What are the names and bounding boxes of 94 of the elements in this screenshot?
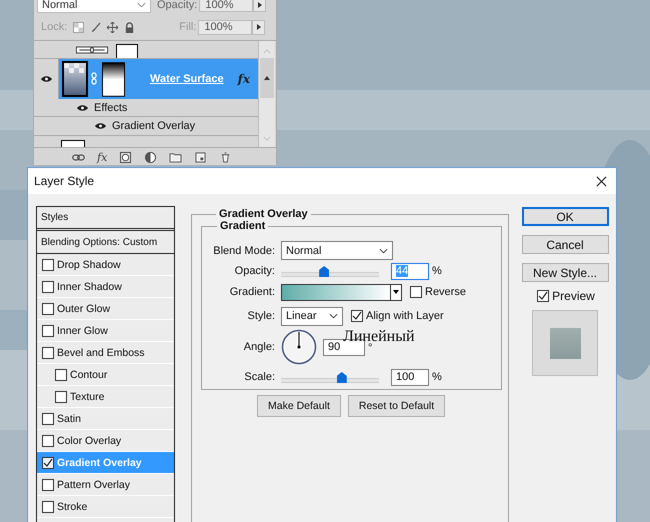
scale-label: Scale:: [243, 371, 275, 383]
checkbox[interactable]: [55, 390, 67, 402]
triangle-right-icon: [256, 24, 261, 30]
reverse-checkbox[interactable]: Reverse: [410, 286, 466, 298]
lock-transparency-icon[interactable]: [73, 22, 84, 32]
fx-label: fx: [238, 72, 250, 86]
group-title: Gradient: [219, 220, 266, 232]
dialog-button[interactable]: Make Default: [257, 395, 341, 417]
chain-link-icon: [91, 72, 97, 86]
brush-icon[interactable]: [90, 22, 102, 32]
chevron-down-icon: [137, 2, 146, 8]
adjustment-icon[interactable]: [144, 152, 158, 163]
checkbox[interactable]: [42, 258, 54, 270]
scrollbar[interactable]: [258, 41, 275, 147]
gradient-picker[interactable]: [281, 284, 402, 300]
section-title: Gradient Overlay: [218, 208, 309, 220]
style-item[interactable]: Bevel and Emboss: [37, 342, 174, 364]
blend-mode-label: Blend Mode:: [212, 244, 275, 256]
scale-field[interactable]: 100: [391, 368, 429, 386]
fx-button[interactable]: fx: [97, 151, 108, 164]
visibility-toggle[interactable]: [94, 122, 107, 130]
style-item[interactable]: Satin: [37, 408, 174, 430]
checkbox[interactable]: [42, 324, 54, 336]
checkmark-icon: [538, 291, 548, 301]
layer-thumbnail: [62, 61, 88, 97]
scroll-thumb[interactable]: [260, 58, 274, 98]
move-icon[interactable]: [107, 22, 118, 32]
style-item[interactable]: Stroke: [37, 496, 174, 518]
slider-thumb[interactable]: [336, 372, 347, 383]
align-checkbox[interactable]: Align with Layer: [351, 310, 444, 322]
preview-swatch: [532, 310, 598, 376]
checkbox[interactable]: [42, 434, 54, 446]
styles-header[interactable]: Styles: [37, 207, 174, 231]
dialog-button[interactable]: Cancel: [522, 235, 608, 254]
checkbox[interactable]: [55, 368, 67, 380]
dialog-button[interactable]: New Style...: [522, 263, 608, 282]
new-layer-icon[interactable]: [194, 152, 208, 163]
style-item[interactable]: Texture: [37, 386, 174, 408]
effect-name[interactable]: Gradient Overlay: [112, 120, 196, 132]
style-item[interactable]: Drop Shadow: [37, 254, 174, 276]
checkbox[interactable]: [42, 500, 54, 512]
dialog-button[interactable]: Reset to Default: [348, 395, 446, 417]
link-icon[interactable]: [72, 152, 85, 163]
angle-label: Angle:: [242, 341, 275, 353]
eye-icon: [94, 122, 107, 130]
eye-icon[interactable]: [76, 104, 89, 112]
chevron-down-icon: [379, 248, 388, 254]
folder-icon[interactable]: [169, 152, 182, 163]
fill-label: Fill:: [179, 21, 196, 33]
dialog-button[interactable]: OK: [522, 207, 608, 226]
style-item[interactable]: Contour: [37, 364, 174, 386]
style-dropdown[interactable]: Linear: [281, 306, 343, 326]
lock-icon[interactable]: [124, 22, 136, 32]
mask-icon[interactable]: [119, 152, 132, 163]
checkmark-icon: [43, 458, 53, 468]
style-item[interactable]: Inner Glow: [37, 320, 174, 342]
blending-options-item[interactable]: Blending Options: Custom: [37, 231, 174, 254]
opacity-arrow-button[interactable]: [253, 0, 266, 12]
effects-label: Effects: [94, 102, 128, 114]
fill-arrow-button[interactable]: [252, 20, 266, 34]
checkbox[interactable]: [42, 478, 54, 490]
opacity-field[interactable]: 100%: [199, 0, 254, 12]
preview-checkbox[interactable]: Preview: [537, 289, 595, 303]
checkmark-icon: [352, 311, 362, 321]
slider-thumb[interactable]: [319, 266, 330, 277]
blend-mode-dropdown[interactable]: Normal: [281, 241, 393, 260]
chevron-down-icon: [329, 313, 338, 319]
layer-mask-thumbnail: [102, 62, 125, 96]
eye-icon: [40, 75, 52, 83]
style-item[interactable]: Pattern Overlay: [37, 474, 174, 496]
style-label: Style:: [246, 310, 275, 322]
checkbox[interactable]: [42, 456, 54, 468]
fill-field[interactable]: 100%: [198, 20, 252, 34]
checkbox[interactable]: [42, 280, 54, 292]
checkbox[interactable]: [42, 412, 54, 424]
style-item[interactable]: Inner Shadow: [37, 276, 174, 298]
angle-dial[interactable]: [281, 329, 317, 365]
layer-row[interactable]: Water Surface fx: [59, 59, 258, 99]
dropdown-arrow-icon: [393, 290, 399, 294]
opacity-label: Opacity:: [234, 265, 275, 277]
window-title: Layer Style: [34, 174, 94, 188]
percent-label: %: [432, 371, 442, 383]
lock-label: Lock:: [41, 21, 68, 33]
checkbox[interactable]: [42, 346, 54, 358]
mask-thumbnail: [116, 44, 138, 58]
gradient-label: Gradient:: [228, 286, 275, 298]
percent-label: %: [432, 265, 442, 277]
layer-thumbnail: [61, 140, 85, 147]
style-item[interactable]: Outer Glow: [37, 298, 174, 320]
close-icon[interactable]: [596, 176, 607, 186]
adjustment-thumbnail: [76, 46, 108, 54]
checkbox[interactable]: [42, 302, 54, 314]
degree-label: °: [368, 342, 372, 354]
triangle-right-icon: [258, 2, 262, 8]
